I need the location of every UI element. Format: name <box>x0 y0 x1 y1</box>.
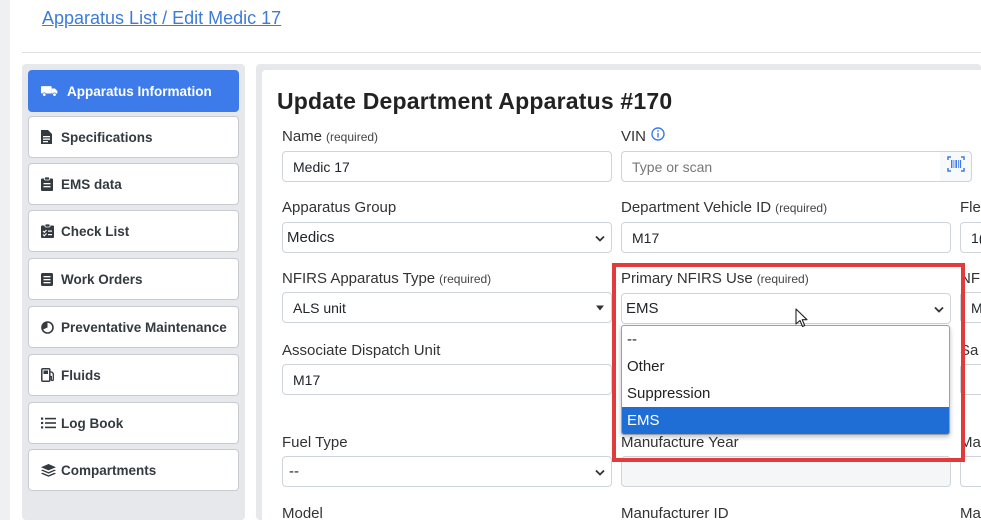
sidebar-item-fluids[interactable]: Fluids <box>28 354 239 396</box>
option-ems[interactable]: EMS <box>622 407 949 434</box>
manufacture-year-field[interactable] <box>621 456 951 487</box>
fuel-pump-icon <box>41 368 59 382</box>
barcode-scan-icon <box>946 156 965 177</box>
sidebar-item-label: Log Book <box>61 415 124 431</box>
name-input[interactable] <box>293 158 611 175</box>
gauge-icon <box>41 320 59 334</box>
primary-nfirs-use-select[interactable]: EMS <box>621 293 951 324</box>
fleet-field-partial[interactable]: 1( <box>960 222 981 253</box>
sidebar-item-log-book[interactable]: Log Book <box>28 402 239 444</box>
sidebar-item-compartments[interactable]: Compartments <box>28 449 239 491</box>
department-vehicle-id-label: Department Vehicle ID (required) <box>621 199 828 216</box>
sidebar-item-specifications[interactable]: Specifications <box>28 116 239 158</box>
vin-input[interactable] <box>632 158 940 175</box>
ma-field-partial[interactable] <box>960 456 981 487</box>
fuel-type-label: Fuel Type <box>282 434 348 451</box>
sidebar-item-label: EMS data <box>61 176 122 192</box>
primary-nfirs-use-value: EMS <box>626 300 659 317</box>
sidebar-item-ems-data[interactable]: EMS data <box>28 163 239 205</box>
sidebar-item-work-orders[interactable]: Work Orders <box>28 258 239 300</box>
apparatus-group-label: Apparatus Group <box>282 199 397 216</box>
ma2-label-partial: Ma <box>960 505 981 520</box>
name-field[interactable] <box>282 151 612 182</box>
option-suppression[interactable]: Suppression <box>622 380 949 407</box>
sidebar-item-label: Preventative Maintenance <box>61 319 227 335</box>
header-divider <box>22 52 981 53</box>
sa-field-partial[interactable] <box>960 364 981 395</box>
mouse-cursor-icon <box>795 308 809 333</box>
clipboard-icon <box>41 177 59 191</box>
barcode-scan-button[interactable] <box>940 151 972 182</box>
associate-dispatch-unit-input[interactable] <box>293 371 611 388</box>
nf-field-partial[interactable]: M <box>960 292 981 323</box>
sidebar-item-label: Check List <box>61 223 130 239</box>
name-label: Name (required) <box>282 128 379 145</box>
fleet-label-partial: Fle <box>960 199 981 216</box>
chevron-down-icon <box>595 463 605 480</box>
manufacture-year-input[interactable] <box>632 463 950 480</box>
truck-icon <box>41 84 59 98</box>
sidebar-item-label: Work Orders <box>61 271 143 287</box>
layers-icon <box>41 463 59 477</box>
sidebar-item-check-list[interactable]: Check List <box>28 210 239 252</box>
department-vehicle-id-field[interactable] <box>621 222 951 253</box>
fuel-type-select[interactable]: -- <box>282 456 612 487</box>
info-icon[interactable] <box>651 127 665 145</box>
sidebar-item-apparatus-information[interactable]: Apparatus Information <box>28 70 239 112</box>
vin-label: VIN <box>621 127 665 146</box>
manufacturer-id-label: Manufacturer ID <box>621 505 729 520</box>
list-icon <box>41 417 59 429</box>
breadcrumb[interactable]: Apparatus List / Edit Medic 17 <box>42 8 281 29</box>
sidebar: Apparatus Information Specifications EMS… <box>22 64 245 520</box>
page-title: Update Department Apparatus #170 <box>277 88 673 114</box>
primary-nfirs-use-options: -- Other Suppression EMS <box>621 325 950 435</box>
fleet-value-partial: 1( <box>971 229 981 246</box>
caret-down-icon <box>596 305 604 310</box>
option-other[interactable]: Other <box>622 353 949 380</box>
ma-label-partial: Ma <box>960 434 981 451</box>
associate-dispatch-unit-label: Associate Dispatch Unit <box>282 342 441 359</box>
nfirs-apparatus-type-select[interactable]: ALS unit <box>282 292 612 323</box>
left-edge-strip <box>0 0 10 520</box>
vin-field[interactable] <box>621 151 941 182</box>
sidebar-item-label: Apparatus Information <box>67 83 212 99</box>
model-label: Model <box>282 505 323 520</box>
apparatus-group-select[interactable]: Medics <box>282 222 612 253</box>
nfirs-apparatus-type-label: NFIRS Apparatus Type (required) <box>282 270 492 287</box>
chevron-down-icon <box>934 300 944 317</box>
sa-label-partial: Sa <box>960 342 979 359</box>
fuel-type-value: -- <box>289 463 299 480</box>
sidebar-item-label: Compartments <box>61 462 157 478</box>
sidebar-item-label: Fluids <box>61 367 101 383</box>
department-vehicle-id-input[interactable] <box>632 229 950 246</box>
sidebar-item-label: Specifications <box>61 129 153 145</box>
nf-value-partial: M <box>971 299 981 316</box>
sidebar-item-preventative-maintenance[interactable]: Preventative Maintenance <box>28 306 239 348</box>
option-none[interactable]: -- <box>622 326 949 353</box>
document-icon <box>41 130 59 144</box>
nf-label-partial: NF <box>960 270 980 287</box>
chevron-down-icon <box>595 229 605 246</box>
nfirs-apparatus-type-value: ALS unit <box>293 299 346 316</box>
manufacture-year-label: Manufacture Year <box>621 434 739 451</box>
apparatus-group-value: Medics <box>287 229 335 246</box>
associate-dispatch-unit-field[interactable] <box>282 364 612 395</box>
list-box-icon <box>41 272 59 286</box>
clipboard-check-icon <box>41 224 59 238</box>
primary-nfirs-use-label: Primary NFIRS Use (required) <box>621 270 809 287</box>
